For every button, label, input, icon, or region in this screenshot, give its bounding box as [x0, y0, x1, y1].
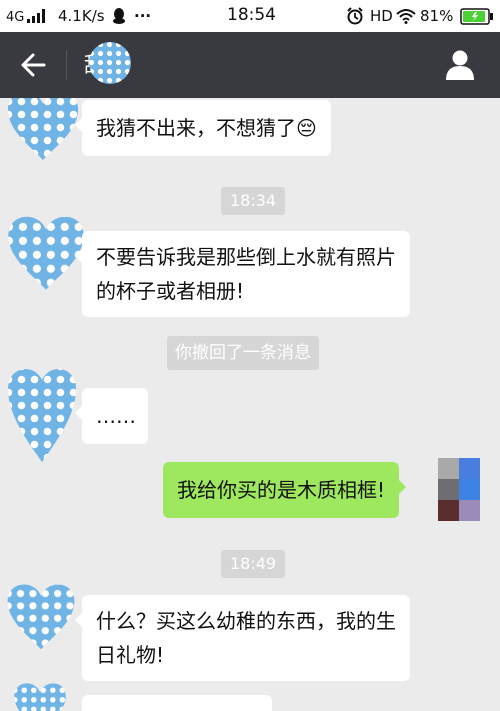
name-blur-icon — [89, 42, 131, 84]
message-text: 我给你买的是木质相框! — [177, 478, 386, 502]
message-text-line: 什么？买这么幼稚的东西，我的生 — [96, 609, 396, 633]
more-notifications: ··· — [134, 7, 152, 25]
battery-percent: 81% — [420, 7, 454, 25]
chat-message-list[interactable]: 我猜不出来，不想猜了😔 18:34 不要告诉我是那些倒上水就有照片 的杯子或者相… — [0, 98, 500, 711]
contact-avatar[interactable] — [2, 98, 84, 164]
network-speed: 4.1K/s — [58, 7, 105, 25]
back-button[interactable] — [10, 46, 58, 84]
message-bubble-received[interactable]: 不要告诉我是那些倒上水就有照片 的杯子或者相册! — [75, 231, 410, 317]
message-text-line: 不要告诉我是那些倒上水就有照片 — [96, 245, 396, 269]
recall-notice: 你撤回了一条消息 — [167, 336, 319, 370]
message-text-line: 日礼物! — [96, 643, 165, 667]
my-avatar[interactable] — [438, 458, 480, 521]
message-bubble-received[interactable]: 什么？买这么幼稚的东西，我的生 日礼物! — [75, 595, 410, 681]
clock: 18:54 — [227, 5, 276, 25]
contact-avatar[interactable] — [2, 574, 80, 654]
qq-icon — [113, 8, 125, 24]
wifi-icon — [396, 9, 416, 24]
chat-header: 甜心 — [0, 32, 500, 98]
alarm-icon — [347, 7, 363, 25]
header-divider — [66, 50, 67, 80]
network-type: 4G — [6, 10, 25, 25]
message-bubble-sent[interactable]: 我给你买的是木质相框! — [163, 462, 407, 518]
message-bubble-received[interactable]: 我猜不出来，不想猜了😔 — [75, 100, 331, 156]
contact-profile-button[interactable] — [438, 46, 482, 84]
contact-avatar[interactable] — [2, 360, 82, 464]
signal-icon — [27, 9, 45, 23]
status-bar: 4G 4.1K/s ··· 18:54 HD 81% — [0, 0, 500, 32]
back-arrow-icon — [21, 53, 46, 77]
message-timestamp: 18:34 — [221, 187, 286, 215]
hd-indicator: HD — [370, 7, 393, 25]
person-icon — [446, 50, 474, 80]
message-timestamp: 18:49 — [221, 550, 286, 578]
message-text: …… — [96, 404, 136, 428]
contact-avatar[interactable] — [2, 676, 78, 711]
battery-icon — [460, 8, 493, 25]
message-text: 我猜不出来，不想猜了😔 — [96, 116, 317, 140]
message-text-line: 的杯子或者相册! — [96, 279, 245, 303]
message-bubble-received-partial[interactable] — [82, 695, 272, 711]
message-bubble-received[interactable]: …… — [75, 388, 148, 444]
